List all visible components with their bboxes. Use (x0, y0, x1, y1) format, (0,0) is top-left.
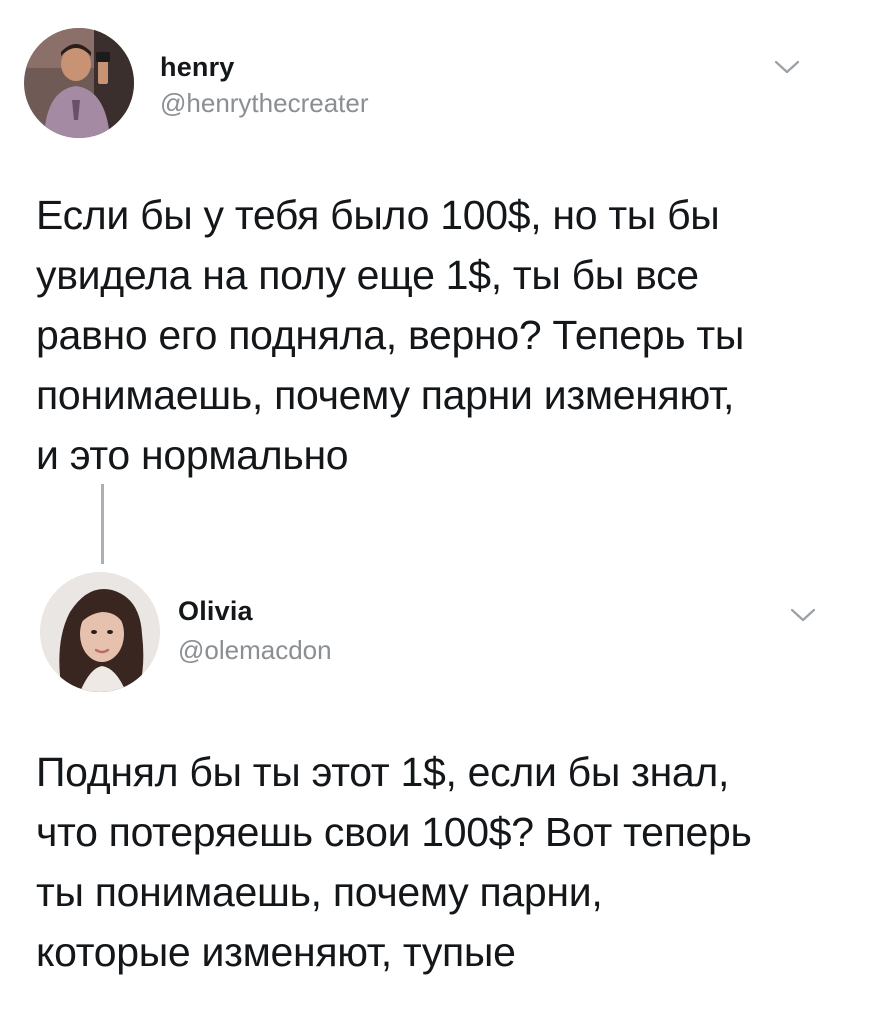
tweet-henry: henry @henrythecreater Если бы у тебя бы… (0, 0, 880, 564)
user-handle[interactable]: @olemacdon (178, 635, 332, 666)
thread-connector-line (101, 484, 104, 564)
tweet-text: Если бы у тебя было 100$, но ты бы увиде… (36, 192, 745, 478)
display-name[interactable]: Olivia (178, 596, 253, 627)
tweet-olivia: Olivia @olemacdon Поднял бы ты этот 1$, … (0, 560, 880, 1024)
avatar-olivia[interactable] (40, 572, 160, 692)
chevron-down-icon[interactable] (774, 58, 800, 76)
tweet-text: Поднял бы ты этот 1$, если бы знал, что … (36, 749, 752, 975)
display-name[interactable]: henry (160, 52, 235, 83)
user-handle[interactable]: @henrythecreater (160, 88, 369, 119)
chevron-down-icon[interactable] (790, 606, 816, 624)
avatar-henry[interactable] (24, 28, 134, 138)
